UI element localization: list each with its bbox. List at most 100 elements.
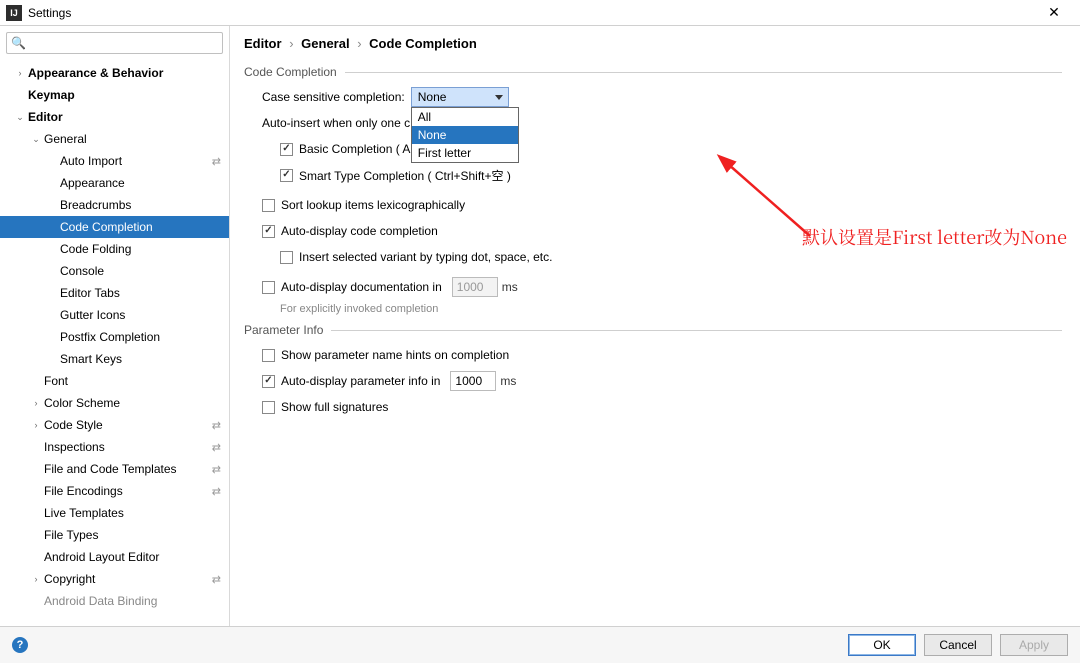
tree-item-copyright[interactable]: ›Copyright⇄ (0, 568, 229, 590)
show-full-signatures-label: Show full signatures (281, 400, 388, 414)
tree-item-label: Font (42, 374, 68, 388)
auto-display-param-checkbox[interactable] (262, 375, 275, 388)
close-button[interactable]: ✕ (1034, 4, 1074, 21)
tree-item-breadcrumbs[interactable]: Breadcrumbs (0, 194, 229, 216)
app-icon: IJ (6, 5, 22, 21)
auto-display-param-label: Auto-display parameter info in (281, 374, 440, 388)
ok-button[interactable]: OK (848, 634, 916, 656)
tree-item-editor-tabs[interactable]: Editor Tabs (0, 282, 229, 304)
tree-item-appearance[interactable]: Appearance (0, 172, 229, 194)
sort-lexicographically-checkbox[interactable] (262, 199, 275, 212)
search-icon: 🔍 (11, 36, 26, 50)
footer: ? OK Cancel Apply (0, 626, 1080, 663)
tree-item-label: Code Completion (58, 220, 153, 234)
auto-display-doc-hint: For explicitly invoked completion (280, 303, 1062, 315)
titlebar: IJ Settings ✕ (0, 0, 1080, 26)
show-full-signatures-checkbox[interactable] (262, 401, 275, 414)
tree-item-appearance-behavior[interactable]: ›Appearance & Behavior (0, 62, 229, 84)
ms-label: ms (500, 374, 516, 388)
case-sensitive-combo[interactable]: None All None First letter (411, 87, 509, 107)
tree-item-label: Color Scheme (42, 396, 120, 410)
combo-selected[interactable]: None (411, 87, 509, 107)
tree-item-label: Appearance & Behavior (26, 66, 163, 80)
auto-display-doc-checkbox[interactable] (262, 281, 275, 294)
basic-completion-label: Basic Completion ( A (299, 142, 410, 156)
section-parameter-info: Parameter Info (244, 323, 1062, 337)
chevron-icon: ⌄ (30, 134, 42, 145)
sync-icon: ⇄ (212, 419, 221, 432)
tree-item-label: Android Layout Editor (42, 550, 159, 564)
combo-option-all[interactable]: All (412, 108, 518, 126)
chevron-icon: › (30, 420, 42, 430)
tree-item-inspections[interactable]: Inspections⇄ (0, 436, 229, 458)
ms-label: ms (502, 280, 518, 294)
tree-item-general[interactable]: ⌄General (0, 128, 229, 150)
tree-item-label: Postfix Completion (58, 330, 160, 344)
tree-item-file-encodings[interactable]: File Encodings ⇄ (0, 480, 229, 502)
breadcrumb-a[interactable]: Editor (244, 36, 282, 51)
auto-display-param-input[interactable] (450, 371, 496, 391)
tree-item-code-style[interactable]: ›Code Style ⇄ (0, 414, 229, 436)
tree-item-code-folding[interactable]: Code Folding (0, 238, 229, 260)
annotation-text: 默认设置是First letter改为None (802, 224, 1067, 250)
combo-option-first-letter[interactable]: First letter (412, 144, 518, 162)
tree-item-label: Code Style (42, 418, 103, 432)
basic-completion-checkbox[interactable] (280, 143, 293, 156)
tree-item-label: File Types (42, 528, 98, 542)
tree-item-editor[interactable]: ⌄Editor (0, 106, 229, 128)
tree-item-label: Editor Tabs (58, 286, 120, 300)
tree-item-label: Editor (26, 110, 63, 124)
breadcrumb-b[interactable]: General (301, 36, 349, 51)
tree-item-label: Console (58, 264, 104, 278)
tree-item-label: Gutter Icons (58, 308, 125, 322)
tree-item-font[interactable]: Font (0, 370, 229, 392)
insert-variant-checkbox[interactable] (280, 251, 293, 264)
help-icon[interactable]: ? (12, 637, 28, 653)
tree-item-label: Keymap (26, 88, 75, 102)
chevron-icon: › (14, 68, 26, 78)
tree-item-keymap[interactable]: Keymap (0, 84, 229, 106)
sidebar: 🔍 ›Appearance & BehaviorKeymap⌄Editor⌄Ge… (0, 26, 230, 626)
tree-item-auto-import[interactable]: Auto Import⇄ (0, 150, 229, 172)
tree-item-android-layout-editor[interactable]: Android Layout Editor (0, 546, 229, 568)
case-sensitive-label: Case sensitive completion: (262, 90, 405, 104)
tree-item-file-and-code-templates[interactable]: File and Code Templates⇄ (0, 458, 229, 480)
sync-icon: ⇄ (212, 441, 221, 454)
sort-lexicographically-label: Sort lookup items lexicographically (281, 198, 465, 212)
tree-item-live-templates[interactable]: Live Templates (0, 502, 229, 524)
chevron-right-icon: › (357, 36, 361, 51)
auto-insert-label: Auto-insert when only one c (262, 116, 410, 130)
search-input-wrap[interactable]: 🔍 (6, 32, 223, 54)
tree-item-smart-keys[interactable]: Smart Keys (0, 348, 229, 370)
auto-display-doc-label: Auto-display documentation in (281, 280, 442, 294)
sync-icon: ⇄ (212, 155, 221, 168)
auto-display-doc-input[interactable] (452, 277, 498, 297)
tree-item-gutter-icons[interactable]: Gutter Icons (0, 304, 229, 326)
search-input[interactable] (28, 36, 218, 50)
param-hints-checkbox[interactable] (262, 349, 275, 362)
chevron-right-icon: › (289, 36, 293, 51)
chevron-icon: ⌄ (14, 112, 26, 123)
smart-completion-checkbox[interactable] (280, 169, 293, 182)
cancel-button[interactable]: Cancel (924, 634, 992, 656)
chevron-icon: › (30, 398, 42, 408)
tree-item-file-types[interactable]: File Types (0, 524, 229, 546)
tree-item-code-completion[interactable]: Code Completion (0, 216, 229, 238)
sync-icon: ⇄ (212, 485, 221, 498)
breadcrumb: Editor › General › Code Completion (244, 36, 1062, 51)
tree-item-label: File Encodings (42, 484, 123, 498)
insert-variant-label: Insert selected variant by typing dot, s… (299, 250, 552, 264)
param-hints-label: Show parameter name hints on completion (281, 348, 509, 362)
auto-display-completion-checkbox[interactable] (262, 225, 275, 238)
tree-item-postfix-completion[interactable]: Postfix Completion (0, 326, 229, 348)
apply-button[interactable]: Apply (1000, 634, 1068, 656)
tree-item-label: Appearance (58, 176, 125, 190)
combo-option-none[interactable]: None (412, 126, 518, 144)
combo-dropdown: All None First letter (411, 107, 519, 163)
auto-display-completion-label: Auto-display code completion (281, 224, 438, 238)
tree-item-color-scheme[interactable]: ›Color Scheme (0, 392, 229, 414)
tree-item-label: Android Data Binding (42, 594, 157, 608)
tree-item-console[interactable]: Console (0, 260, 229, 282)
tree-item-android-data-binding[interactable]: Android Data Binding (0, 590, 229, 612)
tree-item-label: Copyright (42, 572, 95, 586)
